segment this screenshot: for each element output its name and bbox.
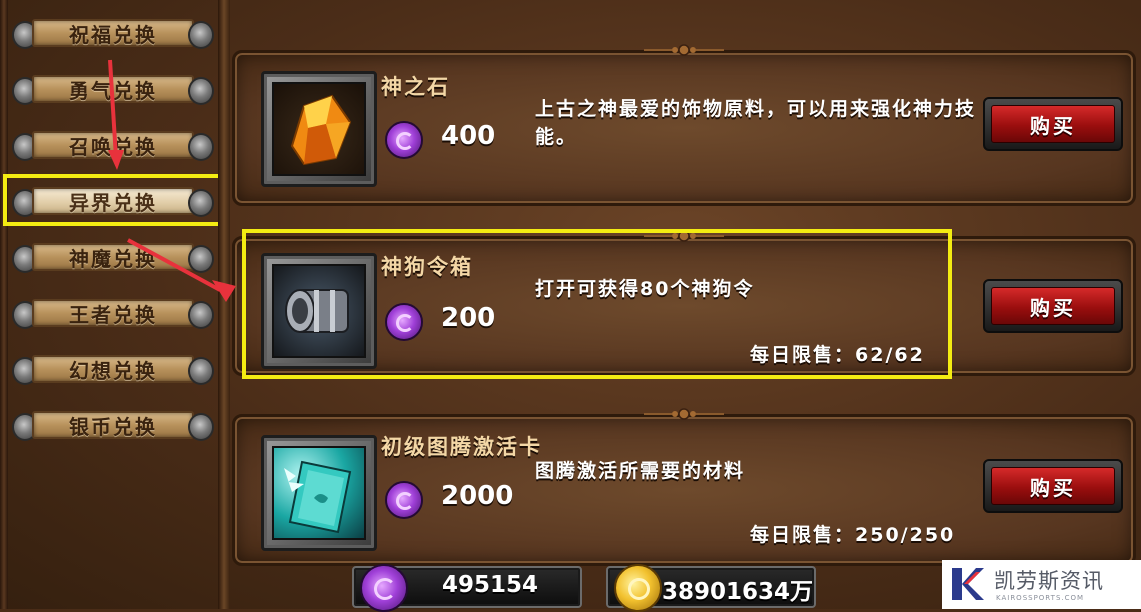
item-name: 初级图腾激活卡 — [381, 435, 542, 459]
soul-currency-bar: 495154 — [352, 564, 582, 612]
shop-screen: 祝福兑换 勇气兑换 召唤兑换 异界兑换 神魔兑换 王者兑换 幻想兑换 银币兑换 … — [0, 0, 1141, 612]
gold-currency-bar: 38901634万 — [606, 564, 816, 612]
purple-soul-icon — [385, 481, 423, 519]
purple-soul-icon — [385, 121, 423, 159]
ornament-icon — [644, 408, 724, 420]
buy-button[interactable]: 购买 — [983, 279, 1123, 333]
tab-label: 幻想兑换 — [69, 358, 157, 383]
tab-king-exchange[interactable]: 王者兑换 — [10, 295, 216, 331]
stud-right-icon — [188, 413, 214, 441]
soul-currency-value: 495154 — [442, 572, 539, 598]
watermark-logo-icon — [952, 568, 984, 600]
buy-button-label: 购买 — [1030, 475, 1076, 500]
tab-label: 祝福兑换 — [69, 22, 157, 47]
gold-coin-icon — [614, 564, 662, 612]
watermark: 凯劳斯资讯 KAIROSSPORTS.COM — [942, 560, 1141, 609]
panel-divider — [218, 0, 230, 609]
item-highlight-box — [242, 229, 952, 379]
left-frame-edge — [0, 0, 8, 609]
stud-right-icon — [188, 357, 214, 385]
tab-courage-exchange[interactable]: 勇气兑换 — [10, 71, 216, 107]
tab-label: 召唤兑换 — [69, 134, 157, 159]
stud-right-icon — [188, 245, 214, 273]
orange-gem-icon — [272, 82, 366, 176]
tab-label: 银币兑换 — [69, 414, 157, 439]
buy-button-label: 购买 — [1030, 295, 1076, 320]
tab-silver-exchange[interactable]: 银币兑换 — [10, 407, 216, 443]
item-description: 上古之神最爱的饰物原料，可以用来强化神力技能。 — [535, 98, 977, 148]
tab-blessing-exchange[interactable]: 祝福兑换 — [10, 15, 216, 51]
tab-summon-exchange[interactable]: 召唤兑换 — [10, 127, 216, 163]
tab-fantasy-exchange[interactable]: 幻想兑换 — [10, 351, 216, 387]
stud-right-icon — [188, 133, 214, 161]
item-icon-frame[interactable] — [261, 71, 377, 187]
activation-card-icon — [272, 446, 366, 540]
stud-right-icon — [188, 21, 214, 49]
ornament-icon — [644, 44, 724, 56]
buy-button-label: 购买 — [1030, 113, 1076, 138]
buy-button[interactable]: 购买 — [983, 97, 1123, 151]
tab-godmonster-exchange[interactable]: 神魔兑换 — [10, 239, 216, 275]
daily-limit-text: 每日限售：250/250 — [750, 524, 956, 546]
tab-label: 王者兑换 — [69, 302, 157, 327]
shop-item-card: 初级图腾激活卡 2000 图腾激活所需要的材料 每日限售：250/250 购买 — [232, 408, 1136, 566]
stud-right-icon — [188, 301, 214, 329]
tab-label: 勇气兑换 — [69, 78, 157, 103]
tab-highlight-box — [3, 174, 222, 226]
watermark-title: 凯劳斯资讯 — [994, 569, 1104, 593]
item-name: 神之石 — [381, 75, 450, 99]
item-price: 400 — [441, 121, 496, 151]
buy-button[interactable]: 购买 — [983, 459, 1123, 513]
watermark-subtitle: KAIROSSPORTS.COM — [996, 594, 1085, 602]
gold-currency-value: 38901634万 — [662, 579, 814, 605]
tab-label: 神魔兑换 — [69, 246, 157, 271]
stud-right-icon — [188, 77, 214, 105]
item-icon-frame[interactable] — [261, 435, 377, 551]
shop-item-card: 神之石 400 上古之神最爱的饰物原料，可以用来强化神力技能。 购买 — [232, 44, 1136, 206]
item-price: 2000 — [441, 481, 514, 511]
purple-soul-icon — [360, 564, 408, 612]
item-description: 图腾激活所需要的材料 — [535, 460, 746, 482]
